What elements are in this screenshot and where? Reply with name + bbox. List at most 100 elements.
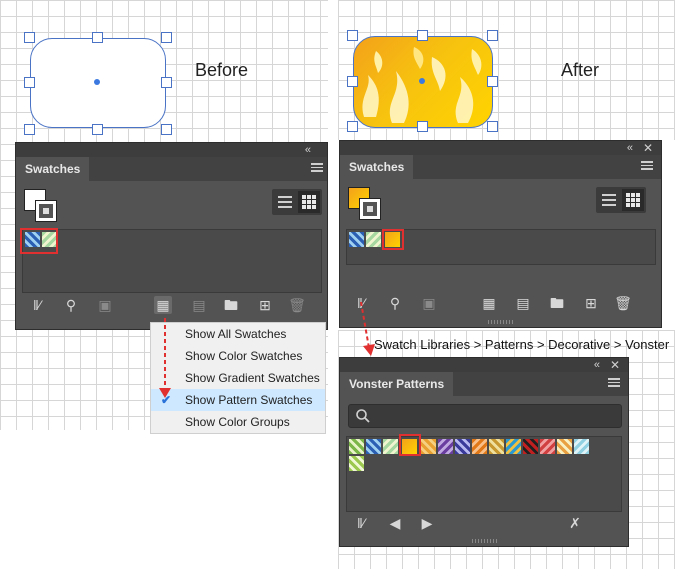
- grid-view-icon[interactable]: [622, 189, 644, 211]
- selection-handle[interactable]: [92, 124, 103, 135]
- panel-header: « ✕: [340, 358, 628, 372]
- panel-header: «: [16, 143, 327, 157]
- highlight-box: [20, 228, 58, 254]
- pattern-swatch[interactable]: [421, 439, 436, 454]
- highlight-box: [382, 229, 404, 250]
- pattern-swatch[interactable]: [438, 439, 453, 454]
- new-swatch-icon[interactable]: ⊞: [256, 296, 274, 314]
- pattern-swatch[interactable]: [540, 439, 555, 454]
- panel-menu-icon[interactable]: [641, 159, 653, 172]
- panel-toolbar: ‖⁄ ⚲ ▣ ▦ ▤ 🖿 ⊞ 🗑: [340, 294, 661, 320]
- pattern-swatch[interactable]: [366, 439, 381, 454]
- collapse-icon[interactable]: «: [305, 144, 311, 156]
- selection-handle[interactable]: [417, 121, 428, 132]
- libraries-icon[interactable]: ‖⁄: [352, 514, 370, 532]
- menu-item-label: Show Pattern Swatches: [185, 393, 313, 407]
- close-icon[interactable]: ✕: [643, 142, 653, 154]
- search-input[interactable]: [348, 404, 622, 428]
- collapse-icon[interactable]: «: [627, 142, 633, 154]
- place-swatch-icon[interactable]: ⚲: [62, 296, 80, 314]
- panel-tabbar: Swatches: [340, 155, 661, 179]
- panel-toolbar: ‖⁄ ◀ ▶ ✗: [340, 514, 628, 540]
- selection-handle[interactable]: [347, 30, 358, 41]
- place-swatch-icon[interactable]: ⚲: [386, 294, 404, 312]
- tab-swatches[interactable]: Swatches: [340, 155, 414, 179]
- resize-grip[interactable]: [488, 320, 514, 324]
- swatch-grid: [346, 436, 622, 512]
- highlight-box: [399, 434, 421, 456]
- view-toggle: [596, 187, 646, 213]
- new-group-icon[interactable]: 🖿: [222, 296, 240, 314]
- pattern-swatch[interactable]: [523, 439, 538, 454]
- panel-header: « ✕: [340, 141, 661, 155]
- swatch-options-list-icon[interactable]: ▤: [514, 294, 532, 312]
- center-point: [419, 78, 425, 84]
- tab-swatches[interactable]: Swatches: [16, 157, 90, 181]
- selection-handle[interactable]: [417, 30, 428, 41]
- selection-handle[interactable]: [161, 77, 172, 88]
- swatch-kind-menu: Show All Swatches Show Color Swatches Sh…: [150, 322, 326, 434]
- libraries-icon[interactable]: ‖⁄: [28, 296, 46, 314]
- pattern-swatch[interactable]: [472, 439, 487, 454]
- arrow-annotation: [159, 318, 171, 398]
- list-view-icon[interactable]: [598, 189, 620, 211]
- pattern-swatch[interactable]: [349, 456, 364, 471]
- before-label: Before: [195, 60, 249, 80]
- stroke-swatch[interactable]: [359, 198, 381, 220]
- swatch-options-icon: ▣: [422, 295, 436, 311]
- selection-handle[interactable]: [487, 76, 498, 87]
- tab-vonster-patterns[interactable]: Vonster Patterns: [340, 372, 454, 396]
- selection-handle[interactable]: [24, 77, 35, 88]
- selection-handle[interactable]: [347, 76, 358, 87]
- selection-handle[interactable]: [487, 30, 498, 41]
- pattern-swatch[interactable]: [574, 439, 589, 454]
- after-label: After: [561, 60, 600, 80]
- menu-item-show-groups[interactable]: Show Color Groups: [151, 411, 325, 433]
- selection-handle[interactable]: [24, 32, 35, 43]
- stroke-swatch[interactable]: [35, 200, 57, 222]
- library-path-caption: Swatch Libraries > Patterns > Decorative…: [374, 337, 670, 352]
- selection-handle[interactable]: [24, 124, 35, 135]
- menu-item-show-all[interactable]: Show All Swatches: [151, 323, 325, 345]
- close-icon[interactable]: ✕: [610, 359, 620, 371]
- menu-item-show-pattern[interactable]: ✔ Show Pattern Swatches: [151, 389, 325, 411]
- collapse-icon[interactable]: «: [594, 359, 600, 371]
- pattern-swatch[interactable]: [349, 232, 364, 247]
- swatches-panel-before: « Swatches ‖⁄ ⚲ ▣ ▦ ▤ 🖿 ⊞ 🗑: [15, 142, 328, 330]
- pattern-swatch[interactable]: [557, 439, 572, 454]
- pattern-swatch[interactable]: [349, 439, 364, 454]
- menu-item-show-color[interactable]: Show Color Swatches: [151, 345, 325, 367]
- pattern-swatch[interactable]: [506, 439, 521, 454]
- selection-handle[interactable]: [161, 32, 172, 43]
- vonster-patterns-panel: « ✕ Vonster Patterns ‖⁄ ◀ ▶ ✗: [339, 357, 629, 547]
- search-icon: [356, 409, 370, 423]
- selection-handle[interactable]: [92, 32, 103, 43]
- new-swatch-icon[interactable]: ⊞: [582, 294, 600, 312]
- list-view-icon[interactable]: [274, 191, 296, 213]
- swatch-options-list-icon: ▤: [192, 297, 206, 313]
- panel-menu-icon[interactable]: [311, 161, 323, 174]
- menu-item-show-gradient[interactable]: Show Gradient Swatches: [151, 367, 325, 389]
- center-point: [94, 79, 100, 85]
- panel-menu-icon[interactable]: [608, 376, 620, 389]
- pattern-swatch[interactable]: [366, 232, 381, 247]
- show-swatch-kinds-icon[interactable]: ▦: [154, 296, 172, 314]
- swatch-options-icon: ▣: [98, 297, 112, 313]
- panel-tabbar: Swatches: [16, 157, 327, 181]
- selection-handle[interactable]: [347, 121, 358, 132]
- grid-view-icon[interactable]: [298, 191, 320, 213]
- pattern-swatch[interactable]: [383, 439, 398, 454]
- next-library-icon[interactable]: ▶: [418, 514, 436, 532]
- selection-handle[interactable]: [487, 121, 498, 132]
- delete-icon[interactable]: 🗑: [614, 294, 632, 312]
- show-swatch-kinds-icon[interactable]: ▦: [480, 294, 498, 312]
- new-group-icon[interactable]: 🖿: [548, 294, 566, 312]
- selection-handle[interactable]: [161, 124, 172, 135]
- unlink-icon[interactable]: ✗: [566, 514, 584, 532]
- pattern-swatch[interactable]: [489, 439, 504, 454]
- panel-tabbar: Vonster Patterns: [340, 372, 628, 396]
- swatches-panel-after: « ✕ Swatches ‖⁄ ⚲ ▣ ▦ ▤ 🖿 ⊞ 🗑: [339, 140, 662, 328]
- pattern-swatch[interactable]: [455, 439, 470, 454]
- resize-grip[interactable]: [472, 539, 498, 543]
- previous-library-icon[interactable]: ◀: [386, 514, 404, 532]
